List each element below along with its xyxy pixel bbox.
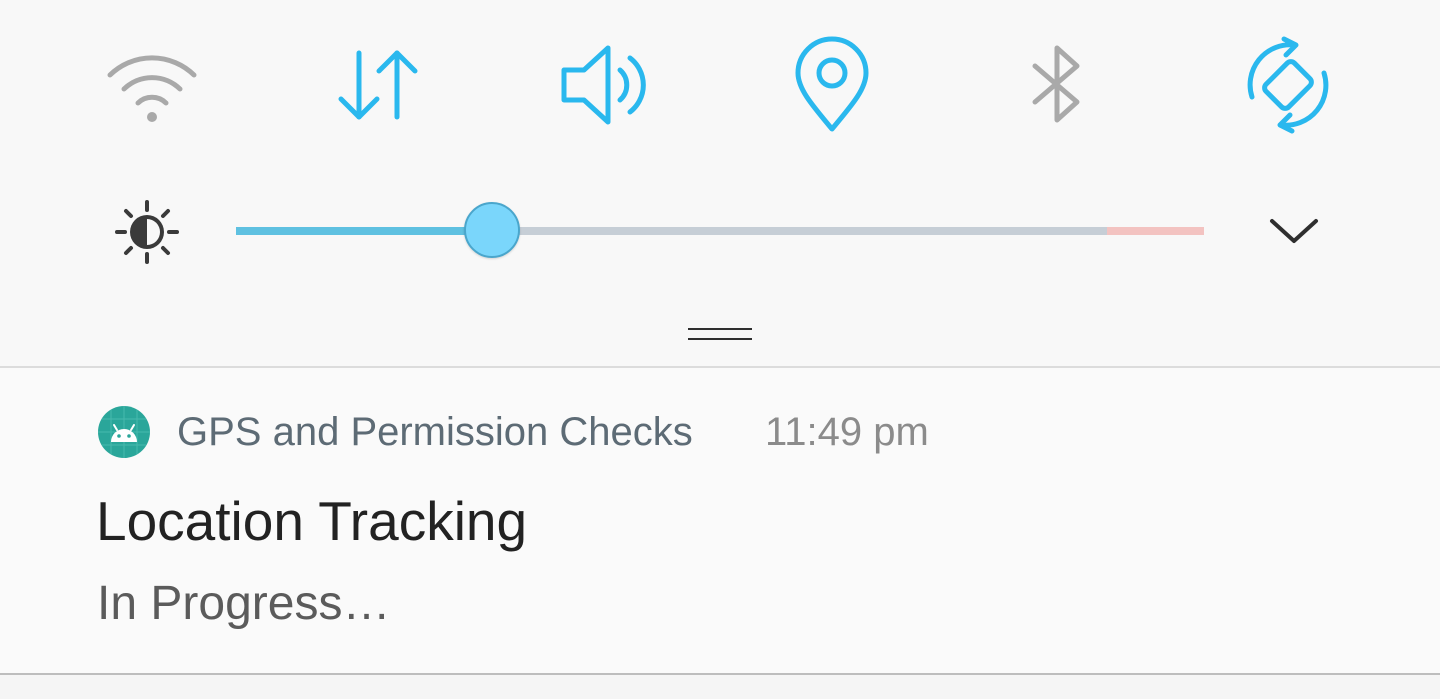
drag-handle[interactable] bbox=[670, 312, 770, 356]
slider-thumb[interactable] bbox=[463, 202, 520, 258]
below-area bbox=[0, 675, 1440, 699]
brightness-row bbox=[0, 185, 1440, 280]
notification-text: In Progress… bbox=[97, 577, 391, 630]
location-toggle[interactable] bbox=[772, 30, 892, 140]
wifi-toggle[interactable] bbox=[92, 30, 212, 140]
bluetooth-icon bbox=[1032, 45, 1080, 123]
bluetooth-toggle[interactable] bbox=[998, 30, 1118, 140]
mobile-data-toggle[interactable] bbox=[318, 30, 438, 140]
auto-rotate-toggle[interactable] bbox=[1228, 30, 1348, 140]
android-icon bbox=[98, 406, 150, 458]
expand-quick-settings-button[interactable] bbox=[1258, 200, 1330, 262]
quick-settings-row bbox=[0, 0, 1440, 170]
notification-app-name: GPS and Permission Checks bbox=[177, 410, 693, 454]
wifi-icon bbox=[107, 55, 197, 122]
slider-fill bbox=[236, 227, 492, 235]
chevron-down-icon bbox=[1270, 219, 1318, 243]
sound-toggle[interactable] bbox=[546, 30, 666, 140]
notification-card[interactable]: GPS and Permission Checks 11:49 pm Locat… bbox=[0, 368, 1440, 673]
auto-rotate-icon bbox=[1247, 36, 1329, 134]
brightness-slider[interactable] bbox=[236, 202, 1204, 258]
drag-handle-line bbox=[688, 328, 752, 330]
notification-shade: GPS and Permission Checks 11:49 pm Locat… bbox=[0, 0, 1440, 699]
notification-title: Location Tracking bbox=[96, 490, 528, 552]
volume-icon bbox=[561, 45, 646, 125]
data-transfer-icon bbox=[338, 50, 418, 120]
brightness-icon[interactable] bbox=[112, 200, 182, 264]
drag-handle-line bbox=[688, 338, 752, 340]
notification-time: 11:49 pm bbox=[765, 410, 929, 454]
location-pin-icon bbox=[795, 36, 869, 132]
slider-high-range bbox=[1107, 227, 1204, 235]
